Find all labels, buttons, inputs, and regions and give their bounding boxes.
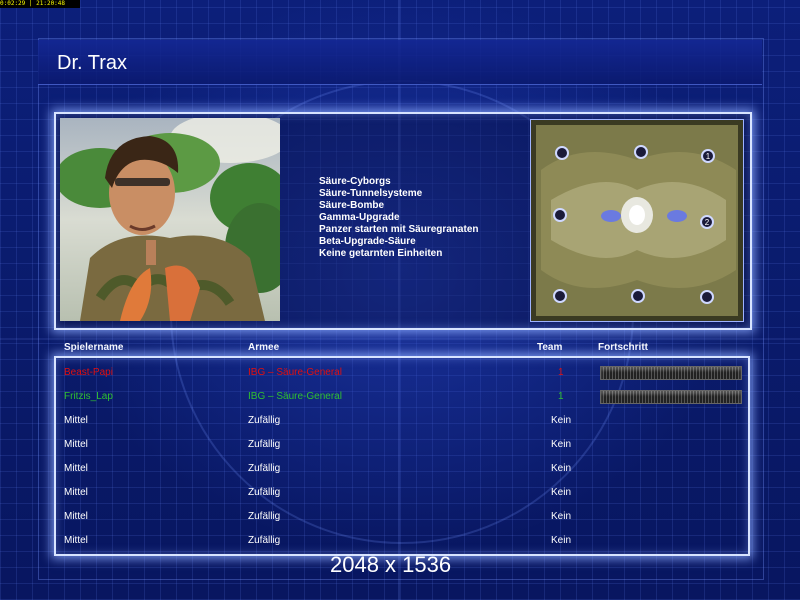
header-progress: Fortschritt <box>598 342 648 353</box>
bonus-item: Beta-Upgrade-Säure <box>319 236 416 247</box>
minimap: 1 2 <box>530 119 744 322</box>
player-army: Zufällig <box>248 439 281 450</box>
player-team: Kein <box>551 439 572 450</box>
header-army: Armee <box>248 342 280 353</box>
table-row: Mittel Zufällig Kein <box>0 463 800 487</box>
table-row: Beast-Papi IBG – Säure-General 1 <box>0 366 800 391</box>
player-team: Kein <box>551 487 572 498</box>
table-row: Mittel Zufällig Kein <box>0 415 800 439</box>
status-bar: 0:02:29 | 21:20:48 <box>0 0 80 8</box>
portrait-image <box>60 118 280 321</box>
bonus-item: Säure-Tunnelsysteme <box>319 188 423 199</box>
table-row: Mittel Zufällig Kein <box>0 487 800 511</box>
general-portrait <box>60 118 280 321</box>
bonus-item: Säure-Bombe <box>319 200 385 211</box>
player-team: 1 <box>558 391 564 402</box>
player-name: Mittel <box>64 535 88 546</box>
player-name: Mittel <box>64 463 88 474</box>
player-team: 1 <box>558 367 564 378</box>
player-team: Kein <box>551 511 572 522</box>
title-band <box>38 40 762 85</box>
player-army: Zufällig <box>248 511 281 522</box>
player-army: Zufällig <box>248 535 281 546</box>
player-army: IBG – Säure-General <box>248 367 342 378</box>
progress-bar <box>600 366 742 380</box>
player-army: Zufällig <box>248 463 281 474</box>
table-row: Mittel Zufällig Kein <box>0 439 800 463</box>
player-team: Kein <box>551 535 572 546</box>
bonus-item: Gamma-Upgrade <box>319 212 400 223</box>
player-team: Kein <box>551 415 572 426</box>
player-name: Mittel <box>64 511 88 522</box>
player-name: Fritzis_Lap <box>64 391 113 402</box>
general-bonus-list: Säure-Cyborgs Säure-Tunnelsysteme Säure-… <box>319 176 479 260</box>
player-name: Mittel <box>64 439 88 450</box>
player-name: Mittel <box>64 415 88 426</box>
player-army: Zufällig <box>248 415 281 426</box>
progress-bar <box>600 390 742 404</box>
player-army: Zufällig <box>248 487 281 498</box>
header-team: Team <box>537 342 563 353</box>
start-marker-label: 1 <box>706 152 711 161</box>
table-row: Mittel Zufällig Kein <box>0 511 800 535</box>
player-name: Beast-Papi <box>64 367 113 378</box>
start-marker-label: 2 <box>705 218 710 227</box>
bonus-item: Panzer starten mit Säuregranaten <box>319 224 479 235</box>
minimap-image: 1 2 <box>531 120 743 321</box>
player-army: IBG – Säure-General <box>248 391 342 402</box>
resolution-overlay: 2048 x 1536 <box>330 552 452 577</box>
bonus-item: Säure-Cyborgs <box>319 176 391 187</box>
table-row: Fritzis_Lap IBG – Säure-General 1 <box>0 390 800 415</box>
header-player-name: Spielername <box>64 342 124 353</box>
player-name: Mittel <box>64 487 88 498</box>
player-team: Kein <box>551 463 572 474</box>
bonus-item: Keine getarnten Einheiten <box>319 248 443 259</box>
general-name: Dr. Trax <box>57 52 128 74</box>
